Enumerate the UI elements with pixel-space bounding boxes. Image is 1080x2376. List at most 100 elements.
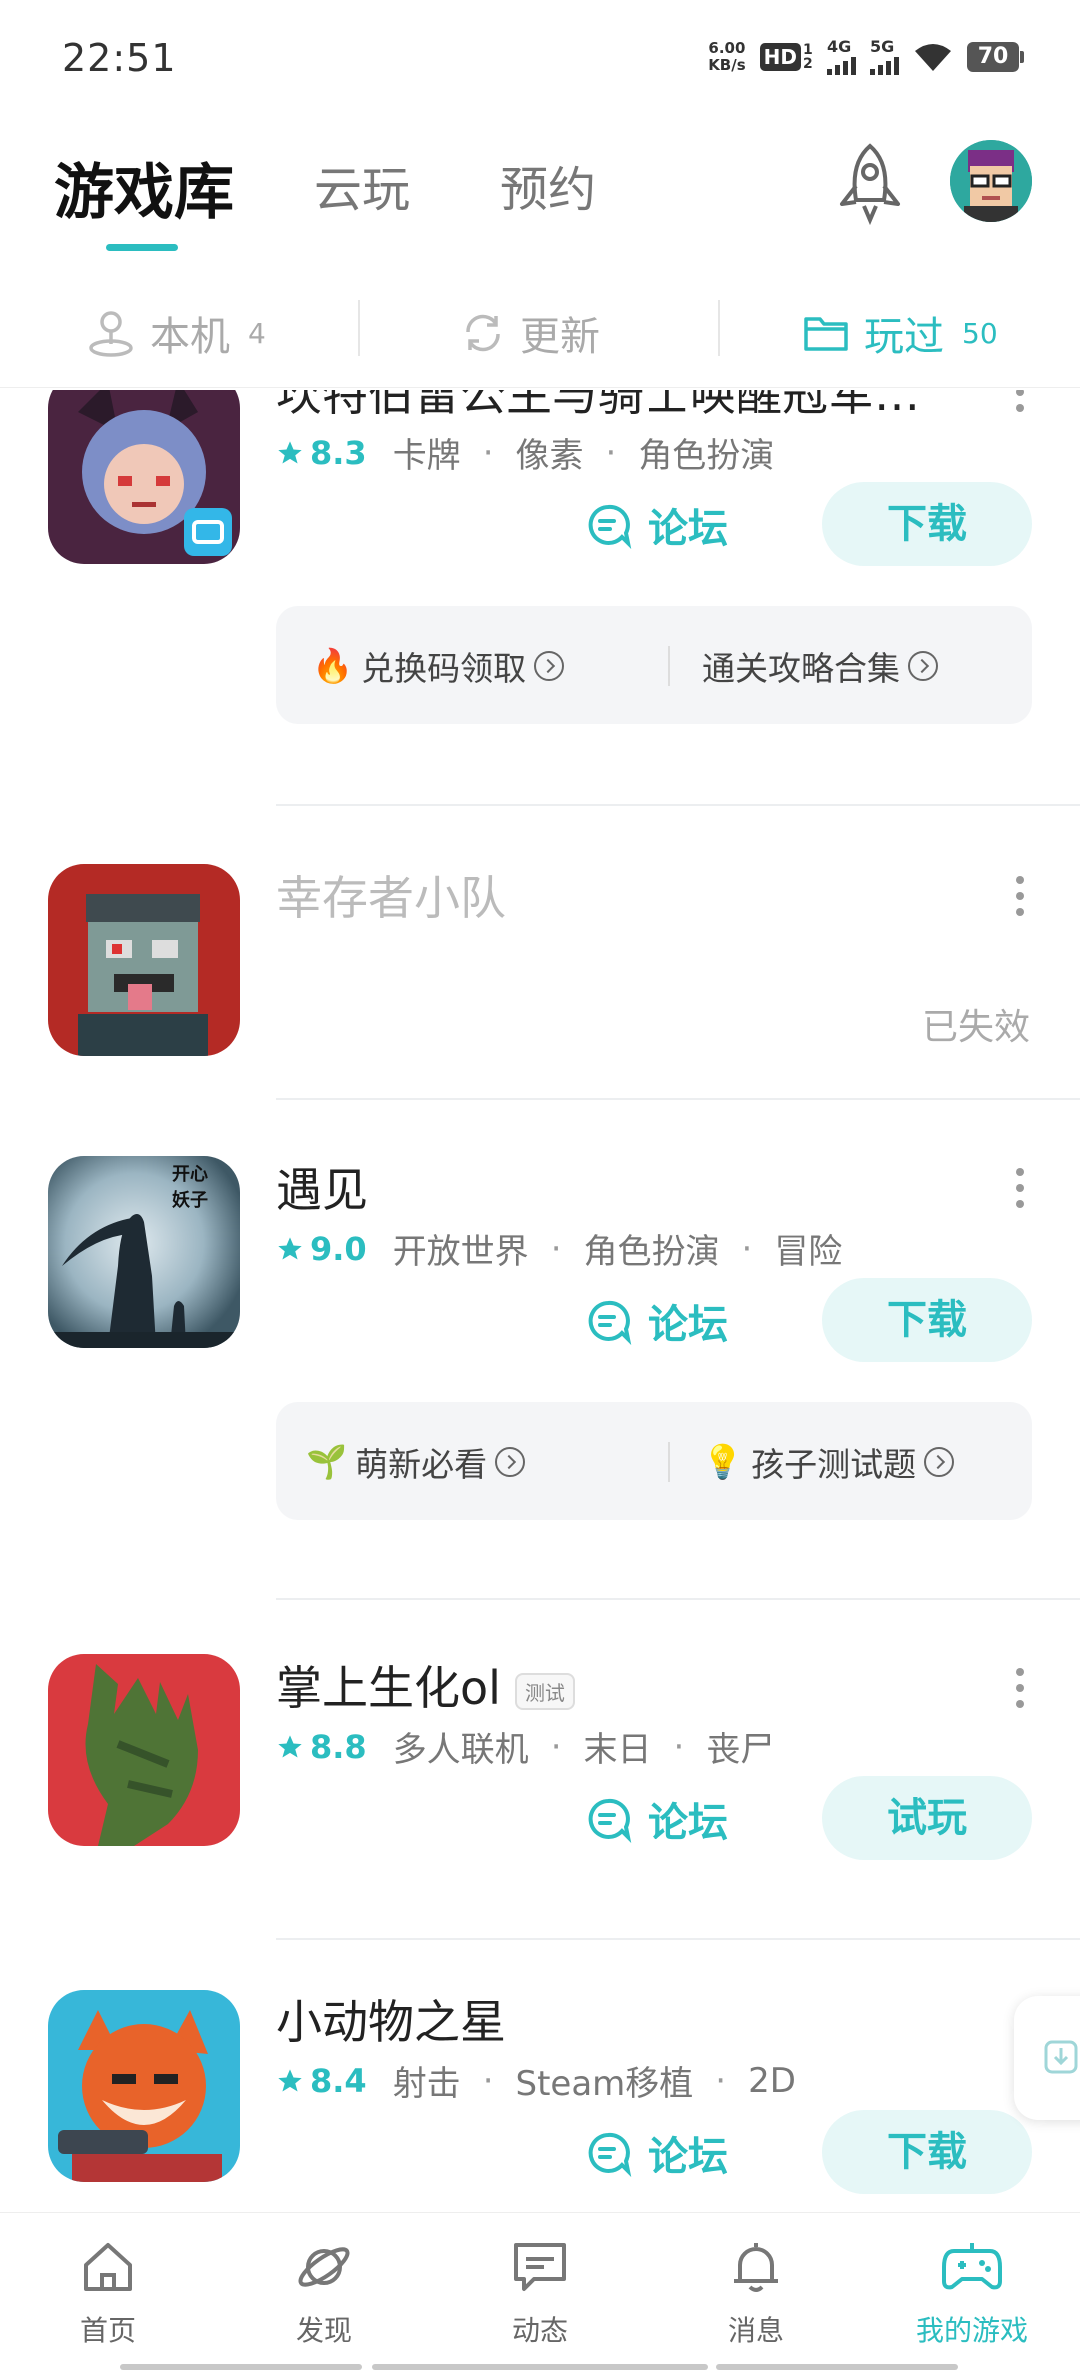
rating: 8.4 <box>276 2062 367 2100</box>
separator <box>276 804 1080 806</box>
header: 游戏库 云玩 预约 <box>0 110 1080 270</box>
game-title[interactable]: 幸存者小队 <box>276 862 506 928</box>
nav-home[interactable]: 首页 <box>38 2237 178 2349</box>
list-item[interactable]: 掌上生化ol 测试 8.8 多人联机 · 末日 · 丧尸 论坛 试玩 <box>0 1600 1080 1940</box>
game-icon-animal-star[interactable] <box>48 1990 240 2182</box>
circle-arrow-icon <box>908 651 938 681</box>
forum-button[interactable]: 论坛 <box>584 1292 728 1350</box>
extra-link-quiz[interactable]: 💡 孩子测试题 <box>702 1438 955 1486</box>
nav-my-games[interactable]: 我的游戏 <box>902 2237 1042 2349</box>
download-button[interactable]: 下载 <box>822 1278 1032 1362</box>
list-item[interactable]: 幸存者小队 已失效 <box>0 808 1080 1100</box>
forum-icon <box>588 504 632 549</box>
home-icon <box>84 2243 132 2291</box>
forum-button[interactable]: 论坛 <box>584 1790 728 1848</box>
svg-text:妖子: 妖子 <box>172 1189 208 1211</box>
list-item[interactable]: 开心 妖子 遇见 9.0 开放世界 · 角色扮演 · 冒险 论坛 下载 🌱 萌新… <box>0 1100 1080 1600</box>
sprout-icon: 🌱 <box>306 1442 348 1481</box>
game-title[interactable]: 遇见 <box>276 1154 368 1220</box>
signal-4g-icon: 4G <box>827 39 856 75</box>
folder-icon <box>804 317 848 351</box>
avatar[interactable] <box>950 140 1032 222</box>
star-icon <box>278 1734 302 1757</box>
game-icon-survivor-squad[interactable] <box>48 864 240 1056</box>
expired-label: 已失效 <box>921 1007 1030 1048</box>
game-icon-biochem[interactable] <box>48 1654 240 1846</box>
download-button[interactable]: 下载 <box>822 2110 1032 2194</box>
circle-arrow-icon <box>495 1447 526 1477</box>
rating: 8.3 <box>276 434 367 472</box>
more-options-icon[interactable] <box>1008 1158 1032 1218</box>
forum-button[interactable]: 论坛 <box>584 2124 728 2182</box>
more-options-icon[interactable] <box>1008 390 1032 422</box>
hd-icon: HD 1 2 <box>759 43 813 71</box>
extra-link-redeem-code[interactable]: 🔥 兑换码领取 <box>312 642 565 690</box>
tab-active-indicator <box>106 244 178 251</box>
game-meta: 8.4 射击 · Steam移植 · 2D <box>276 2056 796 2105</box>
extra-link-newbie-guide[interactable]: 🌱 萌新必看 <box>306 1438 526 1486</box>
nav-messages[interactable]: 消息 <box>686 2237 826 2349</box>
extra-link-walkthrough[interactable]: 通关攻略合集 <box>702 642 938 690</box>
signal-5g-icon: 5G <box>870 39 899 75</box>
game-title[interactable]: 小动物之星 <box>276 1986 506 2052</box>
person-pin-icon <box>89 311 133 357</box>
svg-text:开心: 开心 <box>172 1164 208 1185</box>
subtab-update[interactable]: 更新 <box>460 304 600 362</box>
trial-play-button[interactable]: 试玩 <box>822 1776 1032 1860</box>
home-indicator <box>372 2364 708 2370</box>
refresh-icon <box>466 314 500 352</box>
forum-icon <box>588 1798 632 1843</box>
rating: 9.0 <box>276 1230 367 1268</box>
star-icon <box>278 2068 302 2091</box>
subtab-divider <box>718 300 720 356</box>
subtab-divider <box>358 300 360 356</box>
game-title[interactable]: 坎特伯雷公主与骑士唤醒冠军… <box>276 390 920 424</box>
rating: 8.8 <box>276 1728 367 1766</box>
download-icon <box>1044 2040 1078 2074</box>
gamepad-icon <box>942 2243 1002 2290</box>
wifi-icon <box>915 44 951 71</box>
game-icon-meet[interactable]: 开心 妖子 <box>48 1156 240 1348</box>
more-options-icon[interactable] <box>1008 866 1032 926</box>
battery-icon: 70 <box>967 42 1024 72</box>
fire-icon: 🔥 <box>312 646 354 685</box>
bell-icon <box>734 2243 778 2292</box>
subtab-played[interactable]: 玩过 50 <box>802 304 998 362</box>
floating-download-tab[interactable] <box>1014 1996 1080 2120</box>
tab-reservation[interactable]: 预约 <box>500 150 596 220</box>
tab-cloud-play[interactable]: 云玩 <box>314 150 410 220</box>
test-badge: 测试 <box>514 1673 575 1710</box>
star-icon <box>278 1236 302 1259</box>
home-indicator <box>716 2364 958 2370</box>
list-item[interactable]: 小动物之星 8.4 射击 · Steam移植 · 2D 论坛 下载 <box>0 1942 1080 2210</box>
forum-icon <box>588 1300 632 1345</box>
subtab-local[interactable]: 本机 4 <box>86 304 266 362</box>
chat-icon <box>514 2243 566 2291</box>
status-icons: 6.00 KB/s HD 1 2 4G 5G 70 <box>708 34 1024 80</box>
home-indicator <box>120 2364 362 2370</box>
game-meta: 8.8 多人联机 · 末日 · 丧尸 <box>276 1722 774 1771</box>
separator <box>276 1938 1080 1940</box>
rocket-icon[interactable] <box>832 140 908 230</box>
forum-icon <box>588 2132 632 2177</box>
nav-feed[interactable]: 动态 <box>470 2237 610 2349</box>
forum-button[interactable]: 论坛 <box>584 496 728 554</box>
game-extras: 🔥 兑换码领取 通关攻略合集 <box>276 606 1032 724</box>
star-icon <box>278 440 302 463</box>
list-item[interactable]: 坎特伯雷公主与骑士唤醒冠军… 8.3 卡牌 · 像素 · 角色扮演 论坛 下载 … <box>0 390 1080 830</box>
lightbulb-icon: 💡 <box>702 1442 744 1481</box>
network-speed: 6.00 KB/s <box>708 39 746 74</box>
sub-tabs: 本机 4 更新 玩过 50 <box>0 270 1080 388</box>
game-meta: 8.3 卡牌 · 像素 · 角色扮演 <box>276 428 774 477</box>
more-options-icon[interactable] <box>1008 1658 1032 1718</box>
game-icon-canterbury[interactable] <box>48 390 240 564</box>
download-button[interactable]: 下载 <box>822 482 1032 566</box>
game-extras: 🌱 萌新必看 💡 孩子测试题 <box>276 1402 1032 1520</box>
status-time: 22:51 <box>62 36 177 80</box>
tab-game-library[interactable]: 游戏库 <box>54 144 234 231</box>
game-list: 坎特伯雷公主与骑士唤醒冠军… 8.3 卡牌 · 像素 · 角色扮演 论坛 下载 … <box>0 390 1080 2210</box>
status-bar: 22:51 6.00 KB/s HD 1 2 4G 5G 70 <box>0 0 1080 110</box>
game-title[interactable]: 掌上生化ol 测试 <box>276 1652 575 1718</box>
nav-discover[interactable]: 发现 <box>254 2237 394 2349</box>
game-meta: 9.0 开放世界 · 角色扮演 · 冒险 <box>276 1224 842 1273</box>
